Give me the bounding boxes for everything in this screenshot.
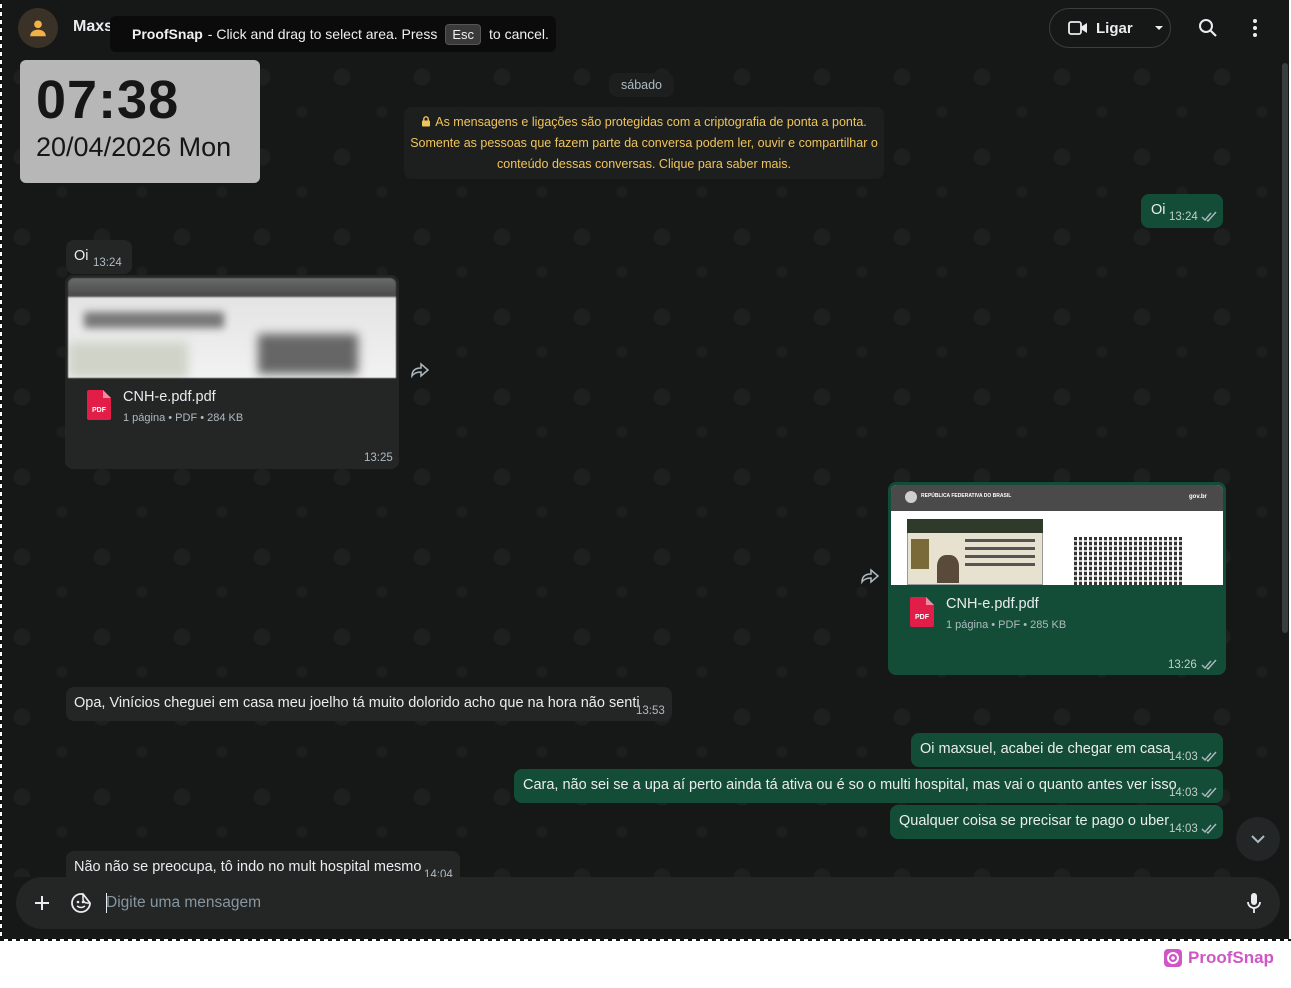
encryption-notice-text: As mensagens e ligações são protegidas c… <box>410 115 878 171</box>
proofsnap-watermark: ProofSnap <box>1163 948 1274 968</box>
double-check-icon <box>1201 659 1217 670</box>
pdf-file-type: PDF <box>92 407 107 414</box>
day-separator: sábado <box>609 73 675 97</box>
message-bubble[interactable]: Qualquer coisa se precisar te pago o ube… <box>890 805 1223 839</box>
document-name: CNH-e.pdf.pdf <box>946 596 1039 612</box>
message-bubble[interactable]: Oi 13:24 <box>1141 194 1223 228</box>
pdf-file-type: PDF <box>915 614 930 621</box>
message-composer <box>16 877 1280 929</box>
document-preview[interactable]: REPÚBLICA FEDERATIVA DO BRASIL gov.br <box>891 485 1223 585</box>
video-icon <box>1068 21 1087 35</box>
scroll-to-bottom-button[interactable] <box>1236 817 1280 861</box>
person-icon <box>30 20 46 37</box>
message-bubble[interactable]: Oi maxsuel, acabei de chegar em casa 14:… <box>911 733 1223 767</box>
proofsnap-watermark-text: ProofSnap <box>1188 948 1274 967</box>
message-bubble[interactable]: Opa, Vinícios cheguei em casa meu joelho… <box>66 687 672 721</box>
proofsnap-logo-icon <box>1164 949 1182 967</box>
message-time: 13:53 <box>636 705 665 717</box>
screenshot-stage: Maxsuel Amorim Ligar sábado As mensagens… <box>0 0 1291 988</box>
more-vertical-icon <box>1253 19 1257 37</box>
search-icon <box>1199 19 1217 37</box>
message-bubble[interactable]: Oi 13:24 <box>66 240 132 274</box>
document-message[interactable]: PDF CNH-e.pdf.pdf 1 página • PDF • 284 K… <box>65 275 399 469</box>
sticker-icon <box>71 893 91 913</box>
mic-icon <box>1247 893 1261 913</box>
chevron-down-icon <box>1251 835 1265 844</box>
menu-button[interactable] <box>1243 16 1267 40</box>
text-caret <box>106 893 107 913</box>
message-time: 13:25 <box>364 452 393 464</box>
forward-icon[interactable] <box>409 362 431 380</box>
clock-time: 07:38 <box>36 70 180 130</box>
pdf-file-icon: PDF <box>87 390 111 420</box>
esc-key: Esc <box>445 23 481 45</box>
chevron-down-icon <box>1154 26 1163 30</box>
message-bubble[interactable]: Cara, não sei se a upa aí perto ainda tá… <box>514 769 1223 803</box>
double-check-icon <box>1201 211 1217 222</box>
message-text: Oi <box>74 248 89 264</box>
preview-header-text: REPÚBLICA FEDERATIVA DO BRASIL <box>921 493 1012 499</box>
search-button[interactable] <box>1196 16 1220 40</box>
proofsnap-instruction: - Click and drag to select area. Press <box>207 26 438 42</box>
encryption-notice[interactable]: As mensagens e ligações são protegidas c… <box>404 107 884 179</box>
message-text: Oi maxsuel, acabei de chegar em casa <box>920 741 1171 757</box>
message-time: 13:26 <box>1168 659 1197 671</box>
attach-button[interactable] <box>30 891 54 915</box>
proofsnap-suffix: to cancel. <box>489 26 549 42</box>
double-check-icon <box>1201 823 1217 834</box>
message-time: 14:03 <box>1169 751 1198 763</box>
pdf-file-icon: PDF <box>910 597 934 627</box>
clock-date: 20/04/2026 Mon <box>36 132 232 162</box>
proofsnap-brand: ProofSnap <box>132 26 203 42</box>
whatsapp-window: Maxsuel Amorim Ligar sábado As mensagens… <box>2 0 1289 940</box>
call-button[interactable]: Ligar <box>1049 8 1171 48</box>
document-message[interactable]: REPÚBLICA FEDERATIVA DO BRASIL gov.br PD… <box>888 482 1226 675</box>
message-text: Oi <box>1151 202 1166 218</box>
double-check-icon <box>1201 787 1217 798</box>
message-text: Qualquer coisa se precisar te pago o ube… <box>899 813 1170 829</box>
message-time: 13:24 <box>93 257 122 269</box>
document-name: CNH-e.pdf.pdf <box>123 389 216 405</box>
double-check-icon <box>1201 751 1217 762</box>
document-preview[interactable] <box>68 278 396 378</box>
mic-button[interactable] <box>1242 891 1266 915</box>
message-time: 14:03 <box>1169 787 1198 799</box>
clock-widget: 07:38 20/04/2026 Mon <box>20 60 260 183</box>
selection-border-left <box>0 0 2 940</box>
proofsnap-banner: ProofSnap - Click and drag to select are… <box>110 16 556 52</box>
preview-brand-text: gov.br <box>1189 494 1207 500</box>
plus-icon <box>35 896 49 910</box>
message-time: 14:03 <box>1169 823 1198 835</box>
scrollbar[interactable] <box>1282 63 1288 633</box>
call-label: Ligar <box>1096 19 1133 37</box>
avatar[interactable] <box>18 8 58 48</box>
message-text: Não não se preocupa, tô indo no mult hos… <box>74 859 422 875</box>
document-meta: 1 página • PDF • 284 KB <box>123 412 244 424</box>
sticker-button[interactable] <box>69 891 93 915</box>
message-text: Cara, não sei se a upa aí perto ainda tá… <box>523 777 1177 793</box>
forward-icon[interactable] <box>859 568 881 586</box>
message-text: Opa, Vinícios cheguei em casa meu joelho… <box>74 695 640 711</box>
selection-border-bottom <box>0 939 1291 941</box>
message-time: 13:24 <box>1169 211 1198 223</box>
lock-icon <box>422 116 431 127</box>
message-input[interactable] <box>106 892 1206 914</box>
document-meta: 1 página • PDF • 285 KB <box>946 619 1067 631</box>
